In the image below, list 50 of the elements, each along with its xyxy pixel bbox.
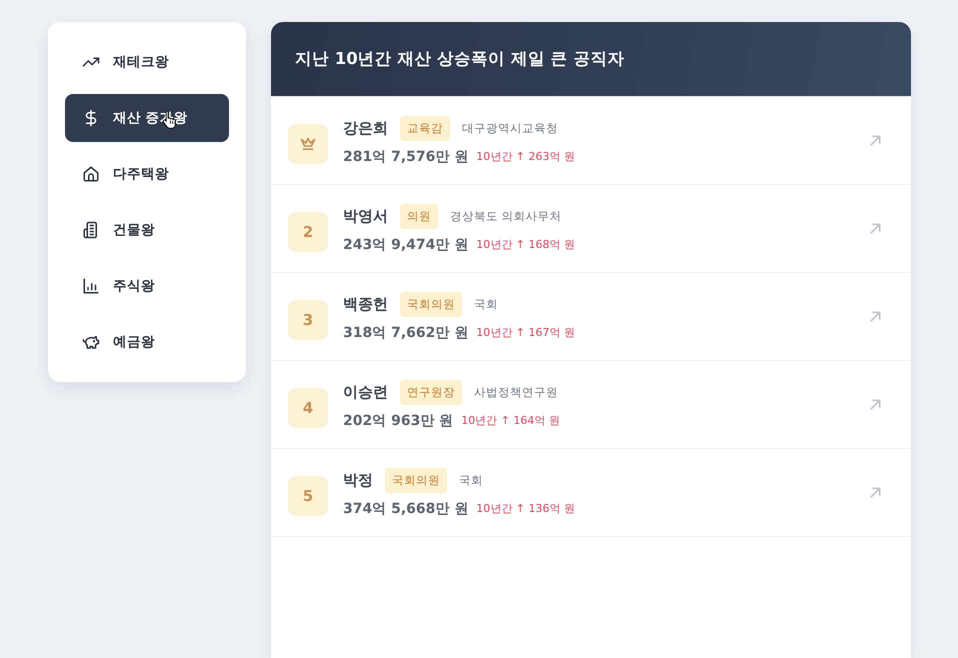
arrow-up-right-icon <box>870 311 881 322</box>
position-tag: 국회의원 <box>385 468 447 492</box>
ranking-row[interactable]: 3 백종헌 국회의원 국회 318억 7,662만 원 10년간 ↑ 167억 원 <box>271 273 911 361</box>
organization-text: 대구광역시교육청 <box>462 120 558 136</box>
ranking-row[interactable]: 5 박정 국회의원 국회 374억 5,668만 원 10년간 ↑ 136억 원 <box>271 449 911 537</box>
arrow-up-right-icon <box>870 399 881 410</box>
organization-text: 경상북도 의회사무처 <box>450 208 562 224</box>
building-icon <box>82 221 100 239</box>
sidebar-item[interactable]: 다주택왕 <box>65 150 229 198</box>
arrow-up-right-icon <box>870 487 881 498</box>
bar-chart-icon <box>82 277 100 295</box>
arrow-up-right-icon <box>870 135 881 146</box>
asset-amount: 281억 7,576만 원 <box>343 148 468 166</box>
panel-title: 지난 10년간 재산 상승폭이 제일 큰 공직자 <box>295 48 624 70</box>
increase-text: 10년간 ↑ 263억 원 <box>476 149 575 164</box>
rank-number: 4 <box>288 388 328 428</box>
ranking-row[interactable]: 4 이승련 연구원장 사법정책연구원 202억 963만 원 10년간 ↑ 164억 원 <box>271 361 911 449</box>
piggy-bank-icon <box>82 333 100 351</box>
sidebar-item[interactable]: 예금왕 <box>65 318 229 366</box>
crown-icon <box>300 136 316 150</box>
increase-text: 10년간 ↑ 164억 원 <box>461 413 560 428</box>
organization-text: 국회 <box>474 296 498 312</box>
position-tag: 교육감 <box>400 116 450 140</box>
house-icon <box>82 165 100 183</box>
ranking-row[interactable]: 강은희 교육감 대구광역시교육청 281억 7,576만 원 10년간 ↑ 263억 원 <box>271 97 911 185</box>
person-name: 박영서 <box>343 206 388 226</box>
asset-amount: 318억 7,662만 원 <box>343 324 468 342</box>
rank-number: 2 <box>288 212 328 252</box>
rank-number: 5 <box>288 476 328 516</box>
asset-amount: 243억 9,474만 원 <box>343 236 468 254</box>
increase-text: 10년간 ↑ 167억 원 <box>476 325 575 340</box>
position-tag: 연구원장 <box>400 380 462 404</box>
sidebar-item[interactable]: 주식왕 <box>65 262 229 310</box>
position-tag: 의원 <box>400 204 438 228</box>
asset-amount: 202억 963만 원 <box>343 412 454 430</box>
person-name: 강은희 <box>343 118 388 138</box>
increase-text: 10년간 ↑ 168억 원 <box>476 237 575 252</box>
increase-text: 10년간 ↑ 136억 원 <box>476 501 575 516</box>
person-name: 이승련 <box>343 382 388 402</box>
rank-number: 3 <box>288 300 328 340</box>
ranking-row[interactable]: 2 박영서 의원 경상북도 의회사무처 243억 9,474만 원 10년간 ↑ 168억 원 <box>271 185 911 273</box>
person-name: 백종헌 <box>343 294 388 314</box>
sidebar-item[interactable]: 재테크왕 <box>65 38 229 86</box>
person-name: 박정 <box>343 470 373 490</box>
organization-text: 국회 <box>459 472 483 488</box>
organization-text: 사법정책연구원 <box>474 384 558 400</box>
position-tag: 국회의원 <box>400 292 462 316</box>
arrow-up-right-icon <box>870 223 881 234</box>
sidebar-item[interactable]: 건물왕 <box>65 206 229 254</box>
asset-amount: 374억 5,668만 원 <box>343 500 468 518</box>
